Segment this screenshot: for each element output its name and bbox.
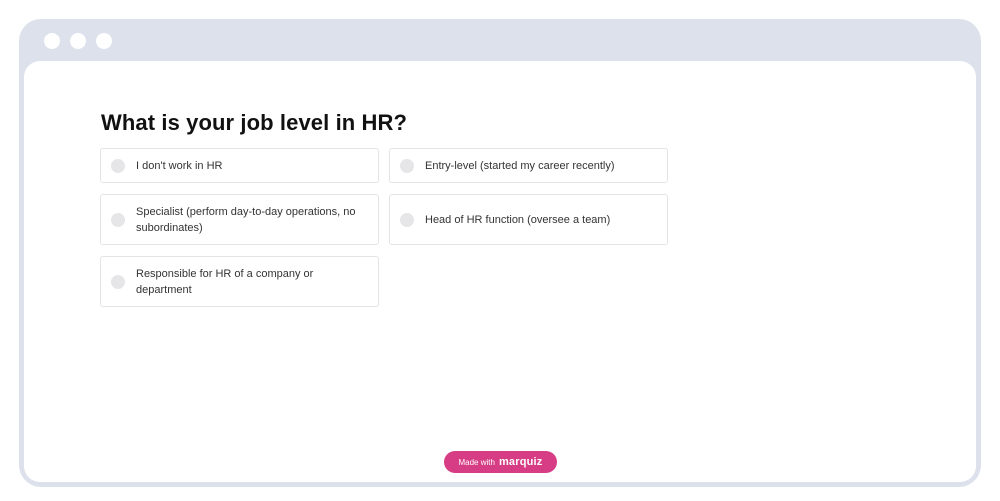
option-specialist[interactable]: Specialist (perform day-to-day operation… — [100, 194, 379, 245]
option-label: Entry-level (started my career recently) — [425, 160, 615, 172]
quiz-content: What is your job level in HR? I don't wo… — [24, 61, 976, 482]
window-dot-1[interactable] — [44, 33, 60, 49]
made-with-text: Made with — [458, 457, 495, 467]
radio-button[interactable] — [111, 213, 125, 227]
browser-window: What is your job level in HR? I don't wo… — [19, 19, 981, 487]
option-label: Head of HR function (oversee a team) — [425, 214, 611, 226]
made-with-marquiz-badge[interactable]: Made with marquiz — [444, 451, 557, 473]
window-controls — [44, 33, 112, 49]
option-head-of-hr[interactable]: Head of HR function (oversee a team) — [389, 194, 668, 245]
radio-button[interactable] — [400, 159, 414, 173]
window-dot-2[interactable] — [70, 33, 86, 49]
radio-button[interactable] — [111, 159, 125, 173]
option-entry-level[interactable]: Entry-level (started my career recently) — [389, 148, 668, 183]
option-label: Specialist (perform day-to-day operation… — [136, 206, 356, 234]
option-responsible-for-hr[interactable]: Responsible for HR of a company or depar… — [100, 256, 379, 307]
radio-button[interactable] — [111, 275, 125, 289]
option-label: Responsible for HR of a company or depar… — [136, 268, 314, 296]
window-dot-3[interactable] — [96, 33, 112, 49]
option-not-in-hr[interactable]: I don't work in HR — [100, 148, 379, 183]
radio-button[interactable] — [400, 213, 414, 227]
option-label: I don't work in HR — [136, 160, 223, 172]
question-title: What is your job level in HR? — [101, 110, 408, 135]
marquiz-logo: marquiz — [498, 456, 543, 468]
